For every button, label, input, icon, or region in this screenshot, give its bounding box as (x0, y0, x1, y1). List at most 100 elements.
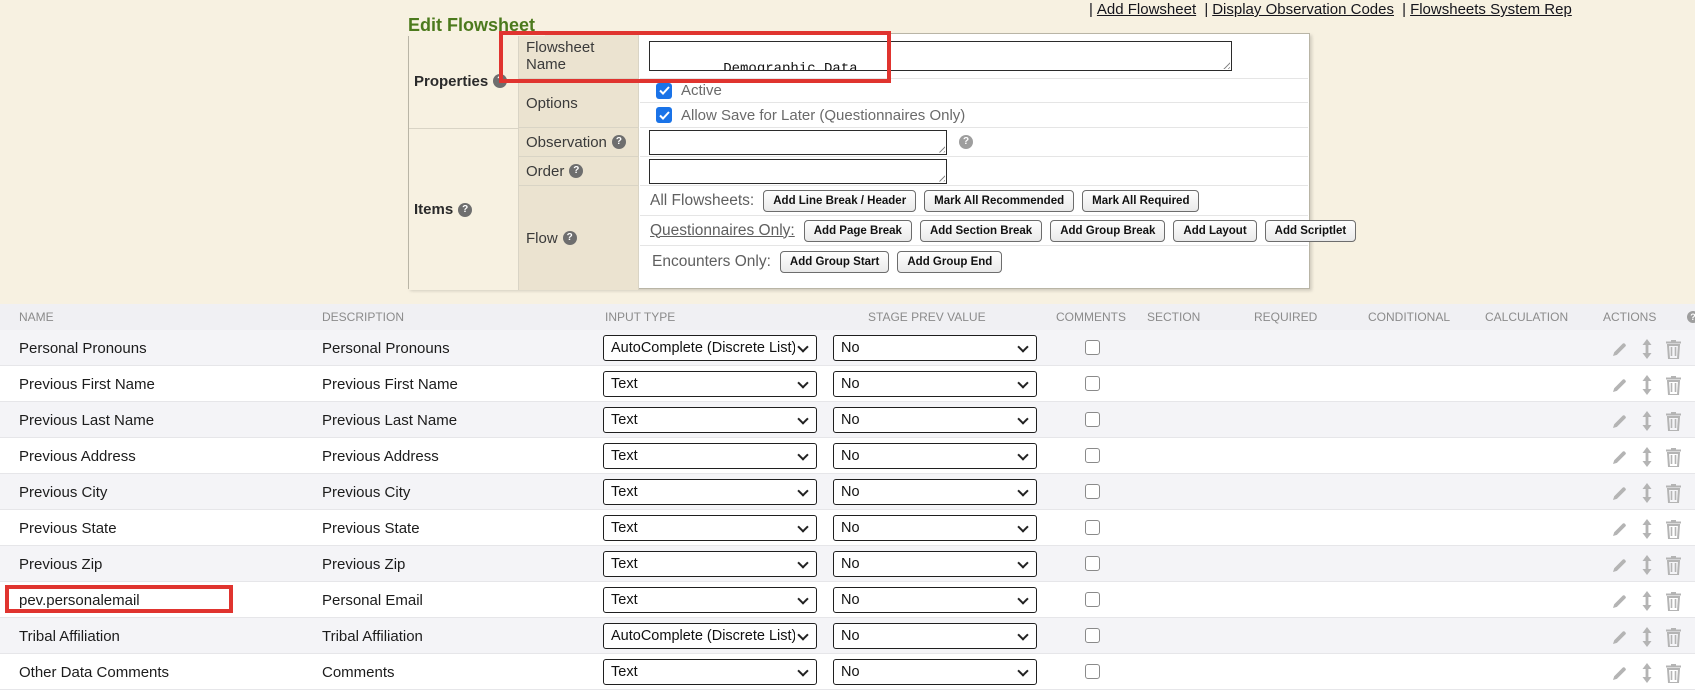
delete-trash-icon[interactable] (1665, 376, 1682, 395)
add-layout-button[interactable]: Add Layout (1173, 220, 1256, 242)
properties-help-icon[interactable]: ? (493, 74, 507, 88)
input-type-select[interactable]: Text (603, 479, 817, 505)
stage-prev-value-select[interactable]: No (833, 623, 1037, 649)
mark-all-recommended-button[interactable]: Mark All Recommended (924, 190, 1074, 212)
edit-pencil-icon[interactable] (1610, 592, 1629, 611)
input-type-value: Text (611, 592, 795, 608)
edit-pencil-icon[interactable] (1610, 448, 1629, 467)
delete-trash-icon[interactable] (1665, 520, 1682, 539)
input-type-select[interactable]: AutoComplete (Discrete List) (603, 335, 817, 361)
add-scriptlet-button[interactable]: Add Scriptlet (1265, 220, 1357, 242)
delete-trash-icon[interactable] (1665, 340, 1682, 359)
stage-prev-value-select[interactable]: No (833, 335, 1037, 361)
move-updown-icon[interactable] (1642, 663, 1652, 683)
chevron-down-icon (797, 521, 808, 532)
comments-checkbox[interactable] (1085, 556, 1100, 571)
flowsheets-system-report-link[interactable]: Flowsheets System Rep (1410, 1, 1572, 18)
active-checkbox[interactable] (656, 83, 672, 99)
items-help-icon[interactable]: ? (458, 203, 472, 217)
edit-pencil-icon[interactable] (1610, 628, 1629, 647)
order-help-icon[interactable]: ? (569, 164, 583, 178)
comments-checkbox[interactable] (1085, 340, 1100, 355)
allow-save-later-checkbox[interactable] (656, 107, 672, 123)
resize-grip-icon[interactable] (936, 173, 945, 182)
move-updown-icon[interactable] (1642, 447, 1652, 467)
flowsheet-name-input[interactable]: Demographic Data (649, 41, 1232, 71)
move-updown-icon[interactable] (1642, 483, 1652, 503)
move-updown-icon[interactable] (1642, 555, 1652, 575)
delete-trash-icon[interactable] (1665, 448, 1682, 467)
delete-trash-icon[interactable] (1665, 556, 1682, 575)
stage-prev-value: No (841, 556, 1015, 572)
comments-checkbox[interactable] (1085, 520, 1100, 535)
delete-trash-icon[interactable] (1665, 664, 1682, 683)
stage-prev-value-select[interactable]: No (833, 515, 1037, 541)
input-type-select[interactable]: Text (603, 659, 817, 685)
move-updown-icon[interactable] (1642, 375, 1652, 395)
input-type-select[interactable]: Text (603, 515, 817, 541)
add-section-break-button[interactable]: Add Section Break (920, 220, 1042, 242)
edit-pencil-icon[interactable] (1610, 484, 1629, 503)
add-group-start-button[interactable]: Add Group Start (780, 251, 889, 273)
order-input[interactable] (649, 159, 947, 184)
stage-prev-value-select[interactable]: No (833, 587, 1037, 613)
comments-checkbox[interactable] (1085, 412, 1100, 427)
resize-grip-icon[interactable] (936, 144, 945, 153)
move-updown-icon[interactable] (1642, 519, 1652, 539)
delete-trash-icon[interactable] (1665, 484, 1682, 503)
display-observation-codes-link[interactable]: Display Observation Codes (1212, 1, 1394, 18)
input-type-select[interactable]: AutoComplete (Discrete List) (603, 623, 817, 649)
delete-trash-icon[interactable] (1665, 592, 1682, 611)
nav-separator: | (1200, 1, 1212, 18)
input-type-value: AutoComplete (Discrete List) (611, 628, 795, 644)
input-type-select[interactable]: Text (603, 443, 817, 469)
table-row: Previous Address Previous Address Text N… (0, 438, 1695, 474)
edit-pencil-icon[interactable] (1610, 520, 1629, 539)
observation-input[interactable] (649, 130, 947, 155)
stage-prev-value-select[interactable]: No (833, 479, 1037, 505)
input-type-select[interactable]: Text (603, 551, 817, 577)
stage-prev-value-select[interactable]: No (833, 407, 1037, 433)
input-type-value: Text (611, 520, 795, 536)
input-type-value: AutoComplete (Discrete List) (611, 340, 795, 356)
edit-pencil-icon[interactable] (1610, 556, 1629, 575)
observation-help-icon[interactable]: ? (612, 135, 626, 149)
row-actions (1610, 591, 1682, 611)
input-type-select[interactable]: Text (603, 371, 817, 397)
comments-checkbox[interactable] (1085, 664, 1100, 679)
delete-trash-icon[interactable] (1665, 628, 1682, 647)
table-row: Other Data Comments Comments Text No (0, 654, 1695, 690)
stage-prev-value: No (841, 412, 1015, 428)
add-page-break-button[interactable]: Add Page Break (804, 220, 912, 242)
edit-pencil-icon[interactable] (1610, 664, 1629, 683)
move-updown-icon[interactable] (1642, 627, 1652, 647)
add-flowsheet-link[interactable]: Add Flowsheet (1097, 1, 1196, 18)
edit-pencil-icon[interactable] (1610, 340, 1629, 359)
move-updown-icon[interactable] (1642, 591, 1652, 611)
mark-all-required-button[interactable]: Mark All Required (1082, 190, 1199, 212)
active-checkbox-label: Active (681, 82, 722, 99)
observation-field-help-icon[interactable]: ? (959, 135, 973, 149)
comments-checkbox[interactable] (1085, 628, 1100, 643)
comments-checkbox[interactable] (1085, 592, 1100, 607)
edit-pencil-icon[interactable] (1610, 376, 1629, 395)
input-type-select[interactable]: Text (603, 407, 817, 433)
move-updown-icon[interactable] (1642, 411, 1652, 431)
add-group-break-button[interactable]: Add Group Break (1050, 220, 1165, 242)
delete-trash-icon[interactable] (1665, 412, 1682, 431)
stage-prev-value-select[interactable]: No (833, 443, 1037, 469)
stage-prev-value-select[interactable]: No (833, 551, 1037, 577)
add-group-end-button[interactable]: Add Group End (897, 251, 1002, 273)
comments-checkbox[interactable] (1085, 376, 1100, 391)
add-line-break-header-button[interactable]: Add Line Break / Header (763, 190, 916, 212)
edit-pencil-icon[interactable] (1610, 412, 1629, 431)
resize-grip-icon[interactable] (1221, 60, 1230, 69)
flow-help-icon[interactable]: ? (563, 231, 577, 245)
column-header-conditional: CONDITIONAL (1368, 304, 1450, 330)
comments-checkbox[interactable] (1085, 484, 1100, 499)
input-type-select[interactable]: Text (603, 587, 817, 613)
stage-prev-value-select[interactable]: No (833, 371, 1037, 397)
stage-prev-value-select[interactable]: No (833, 659, 1037, 685)
move-updown-icon[interactable] (1642, 339, 1652, 359)
comments-checkbox[interactable] (1085, 448, 1100, 463)
